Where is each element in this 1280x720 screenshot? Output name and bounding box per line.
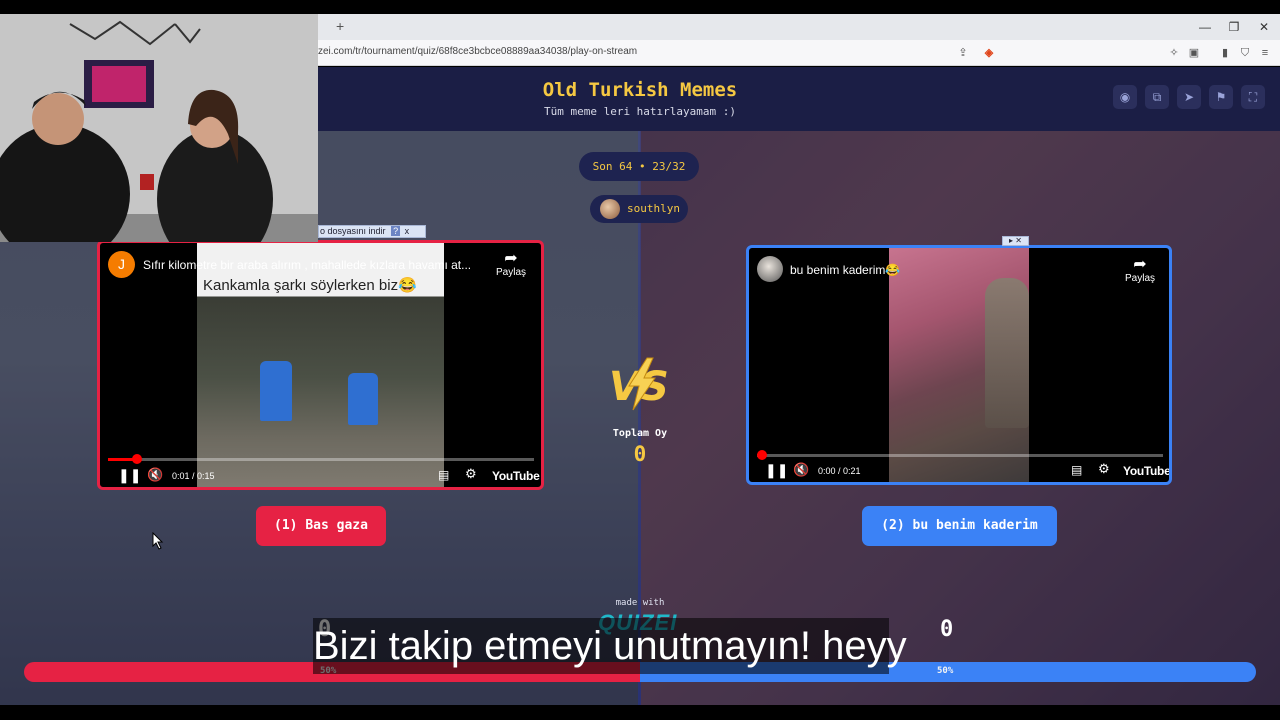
youtube-logo[interactable]: YouTube (1123, 464, 1169, 478)
kid-figure (348, 373, 378, 425)
right-video-player[interactable]: bu benim kaderim😂 ➦ Paylaş ❚❚ 🔇 0:00 / 0… (746, 245, 1172, 485)
captions-icon[interactable]: ▤ (1071, 462, 1082, 478)
share-label: Paylaş (495, 267, 526, 278)
share-button[interactable]: ➦ Paylaş (1120, 256, 1160, 285)
streamer-badge: southlyn (590, 195, 688, 223)
right-score: 0 (940, 617, 954, 642)
extensions-icon[interactable]: ✧ (1167, 46, 1181, 60)
send-button[interactable]: ➤ (1177, 85, 1201, 109)
share-arrow-icon: ➦ (504, 250, 518, 267)
eye-button[interactable]: ◉ (1113, 85, 1137, 109)
video-time: 0:01 / 0:15 (172, 471, 215, 481)
maximize-icon[interactable]: ❐ (1224, 17, 1244, 37)
flag-button[interactable]: ⚑ (1209, 85, 1233, 109)
settings-icon[interactable]: ⚙ (465, 466, 477, 482)
avatar (600, 199, 620, 219)
menu-icon[interactable]: ≡ (1258, 46, 1272, 60)
video-title[interactable]: bu benim kaderim😂 (790, 263, 900, 277)
choice-right-button[interactable]: (2) bu benim kaderim (862, 506, 1057, 546)
total-votes-value: 0 (633, 442, 647, 466)
ad-help-icon[interactable]: ? (391, 226, 401, 236)
send-icon: ➤ (1183, 90, 1195, 104)
flag-icon: ⚑ (1215, 90, 1227, 104)
url-text[interactable]: zei.com/tr/tournament/quiz/68f8ce3bcbce0… (318, 46, 637, 57)
sidebar-icon[interactable]: ▮ (1218, 46, 1232, 60)
video-title[interactable]: Sıfır kilometre bir araba alırım , mahal… (143, 258, 471, 272)
stream-caption: Bizi takip etmeyi unutmayın! heyy (313, 618, 907, 674)
made-with-label: made with (615, 598, 665, 608)
share-page-icon[interactable]: ⇪ (956, 46, 970, 60)
total-votes-label: Toplam Oy (612, 428, 668, 439)
fullscreen-button[interactable]: ⛶ (1241, 85, 1265, 109)
left-video-player[interactable]: Kankamla şarkı söylerken biz😂 J Sıfır ki… (97, 240, 544, 490)
minimize-icon[interactable]: — (1195, 17, 1215, 37)
ad-close-icon[interactable]: ▸ ✕ (1002, 236, 1029, 246)
youtube-logo[interactable]: YouTube (492, 469, 540, 483)
captions-icon[interactable]: ▤ (438, 467, 449, 483)
video-progress-bar[interactable] (757, 450, 1163, 460)
right-percent: 50% (937, 666, 954, 676)
video-progress-bar[interactable] (108, 454, 534, 464)
mouse-cursor-icon (152, 532, 164, 550)
versus-icon: VS (609, 357, 669, 411)
channel-avatar[interactable]: J (108, 251, 135, 278)
kid-figure (260, 361, 292, 421)
fullscreen-icon: ⛶ (1248, 90, 1258, 104)
pause-icon[interactable]: ❚❚ (765, 462, 788, 478)
share-icon: ⧉ (1152, 90, 1162, 104)
round-badge: Son 64 • 23/32 (579, 152, 699, 181)
eye-icon: ◉ (1119, 90, 1131, 104)
share-arrow-icon: ➦ (1133, 256, 1147, 273)
share-label: Paylaş (1124, 273, 1155, 284)
channel-avatar[interactable] (757, 256, 783, 282)
new-tab-icon[interactable]: + (336, 19, 350, 33)
brave-shield-icon[interactable]: ◈ (982, 46, 996, 60)
mute-icon[interactable]: 🔇 (147, 467, 163, 483)
share-button[interactable]: ⧉ (1145, 85, 1169, 109)
streamer-name: southlyn (627, 202, 680, 215)
wallet-icon[interactable]: ▣ (1187, 46, 1201, 60)
settings-icon[interactable]: ⚙ (1098, 461, 1110, 477)
close-icon[interactable]: ✕ (1254, 17, 1274, 37)
choice-left-button[interactable]: (1) Bas gaza (256, 506, 386, 546)
scrubber-handle[interactable] (757, 450, 767, 460)
pause-icon[interactable]: ❚❚ (118, 467, 141, 483)
ad-close-icon[interactable]: x (405, 226, 410, 236)
mute-icon[interactable]: 🔇 (793, 462, 809, 478)
share-button[interactable]: ➦ Paylaş (491, 250, 531, 279)
person-figure (985, 278, 1029, 428)
webcam-feed (0, 14, 318, 242)
video-time: 0:00 / 0:21 (818, 466, 861, 476)
ad-text[interactable]: o dosyasını indir (320, 226, 386, 236)
ad-banner[interactable]: o dosyasını indir ? x (318, 225, 426, 238)
webcam-overlay (0, 14, 318, 242)
vpn-icon[interactable]: ⛉ (1238, 46, 1252, 60)
scrubber-handle[interactable] (131, 454, 142, 464)
video-overlay-caption: Kankamla şarkı söylerken biz😂 (203, 277, 417, 294)
